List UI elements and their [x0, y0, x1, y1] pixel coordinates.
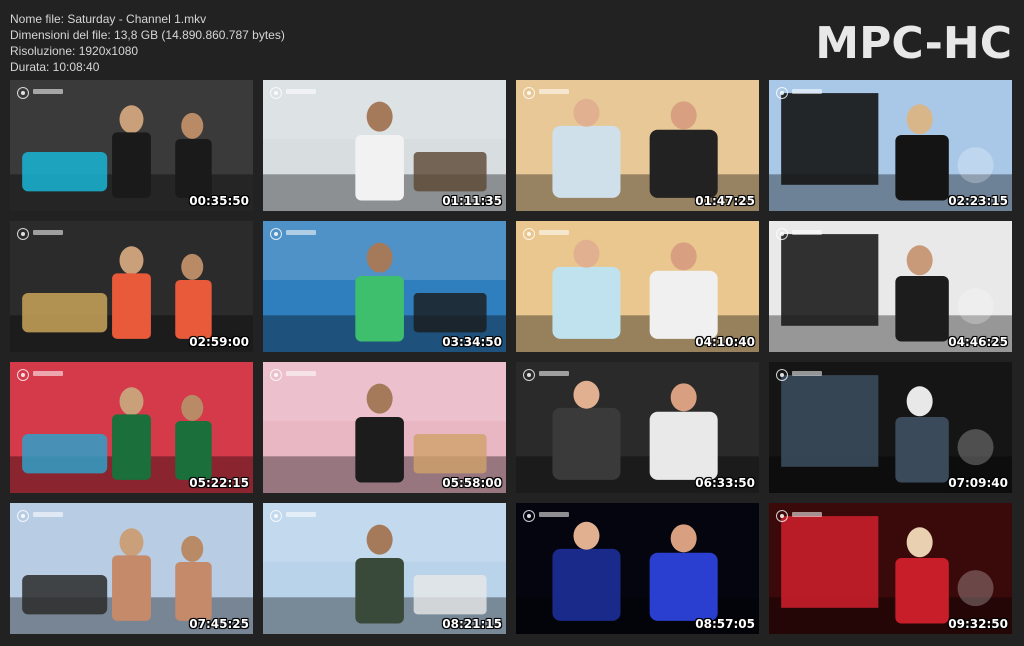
channel-watermark	[33, 89, 63, 94]
thumbnail-frame-image	[516, 80, 759, 211]
channel-watermark	[539, 512, 569, 517]
thumbnail-timestamp: 08:21:15	[442, 617, 502, 631]
video-thumbnail: 01:11:35	[263, 80, 506, 211]
thumbnail-timestamp: 01:47:25	[695, 194, 755, 208]
thumbnail-timestamp: 01:11:35	[442, 194, 502, 208]
channel-logo-icon	[776, 228, 788, 240]
thumbnail-timestamp: 05:58:00	[442, 476, 502, 490]
thumbnail-timestamp: 02:59:00	[189, 335, 249, 349]
video-thumbnail: 03:34:50	[263, 221, 506, 352]
thumbnail-timestamp: 02:23:15	[948, 194, 1008, 208]
channel-watermark	[539, 371, 569, 376]
thumbnail-frame-image	[263, 503, 506, 634]
video-thumbnail: 01:47:25	[516, 80, 759, 211]
channel-logo-icon	[17, 369, 29, 381]
channel-logo-icon	[270, 228, 282, 240]
channel-logo-icon	[523, 510, 535, 522]
channel-logo-icon	[523, 228, 535, 240]
video-thumbnail: 08:21:15	[263, 503, 506, 634]
channel-logo-icon	[776, 369, 788, 381]
channel-watermark	[792, 230, 822, 235]
thumbnail-frame-image	[263, 362, 506, 493]
channel-watermark	[792, 371, 822, 376]
channel-logo-icon	[17, 87, 29, 99]
channel-watermark	[539, 230, 569, 235]
channel-watermark	[33, 230, 63, 235]
mpc-hc-logo: MPC-HC	[815, 18, 1012, 69]
file-info: Nome file: Saturday - Channel 1.mkv Dime…	[10, 11, 285, 75]
channel-logo-icon	[17, 228, 29, 240]
video-thumbnail: 07:09:40	[769, 362, 1012, 493]
video-thumbnail: 05:58:00	[263, 362, 506, 493]
thumbnail-grid: 00:35:50 01:11:35 01:47:25 02:23:15 02:59:00…	[10, 80, 1012, 634]
thumbnail-timestamp: 06:33:50	[695, 476, 755, 490]
thumbnail-frame-image	[10, 503, 253, 634]
thumbnail-frame-image	[769, 503, 1012, 634]
video-thumbnail: 04:10:40	[516, 221, 759, 352]
thumbnail-frame-image	[516, 362, 759, 493]
thumbnail-timestamp: 00:35:50	[189, 194, 249, 208]
video-thumbnail: 02:23:15	[769, 80, 1012, 211]
thumbnail-frame-image	[10, 221, 253, 352]
video-thumbnail: 06:33:50	[516, 362, 759, 493]
thumbnail-frame-image	[10, 80, 253, 211]
thumbnail-timestamp: 04:10:40	[695, 335, 755, 349]
thumbnail-timestamp: 07:09:40	[948, 476, 1008, 490]
channel-logo-icon	[523, 369, 535, 381]
thumbnail-timestamp: 05:22:15	[189, 476, 249, 490]
thumbnail-frame-image	[263, 221, 506, 352]
file-name: Nome file: Saturday - Channel 1.mkv	[10, 12, 207, 26]
channel-logo-icon	[776, 510, 788, 522]
thumbnail-frame-image	[263, 80, 506, 211]
thumbnail-frame-image	[516, 221, 759, 352]
thumbnail-timestamp: 07:45:25	[189, 617, 249, 631]
video-thumbnail: 08:57:05	[516, 503, 759, 634]
thumbnail-frame-image	[769, 80, 1012, 211]
thumbnail-frame-image	[769, 221, 1012, 352]
file-size: Dimensioni del file: 13,8 GB (14.890.860…	[10, 28, 285, 42]
channel-watermark	[286, 371, 316, 376]
channel-watermark	[286, 230, 316, 235]
channel-logo-icon	[523, 87, 535, 99]
channel-watermark	[792, 89, 822, 94]
thumbnail-frame-image	[516, 503, 759, 634]
channel-watermark	[286, 512, 316, 517]
video-thumbnail: 05:22:15	[10, 362, 253, 493]
channel-logo-icon	[270, 510, 282, 522]
channel-logo-icon	[270, 87, 282, 99]
thumbnail-timestamp: 09:32:50	[948, 617, 1008, 631]
video-thumbnail: 09:32:50	[769, 503, 1012, 634]
thumbnail-timestamp: 04:46:25	[948, 335, 1008, 349]
thumbnail-frame-image	[769, 362, 1012, 493]
channel-logo-icon	[17, 510, 29, 522]
file-resolution: Risoluzione: 1920x1080	[10, 44, 139, 58]
channel-watermark	[33, 512, 63, 517]
channel-logo-icon	[270, 369, 282, 381]
file-duration: Durata: 10:08:40	[10, 60, 100, 74]
video-thumbnail: 04:46:25	[769, 221, 1012, 352]
thumbnail-timestamp: 03:34:50	[442, 335, 502, 349]
video-thumbnail: 07:45:25	[10, 503, 253, 634]
channel-watermark	[286, 89, 316, 94]
video-thumbnail: 00:35:50	[10, 80, 253, 211]
video-thumbnail: 02:59:00	[10, 221, 253, 352]
thumbnail-timestamp: 08:57:05	[695, 617, 755, 631]
thumbnail-frame-image	[10, 362, 253, 493]
channel-watermark	[792, 512, 822, 517]
channel-watermark	[539, 89, 569, 94]
channel-logo-icon	[776, 87, 788, 99]
channel-watermark	[33, 371, 63, 376]
